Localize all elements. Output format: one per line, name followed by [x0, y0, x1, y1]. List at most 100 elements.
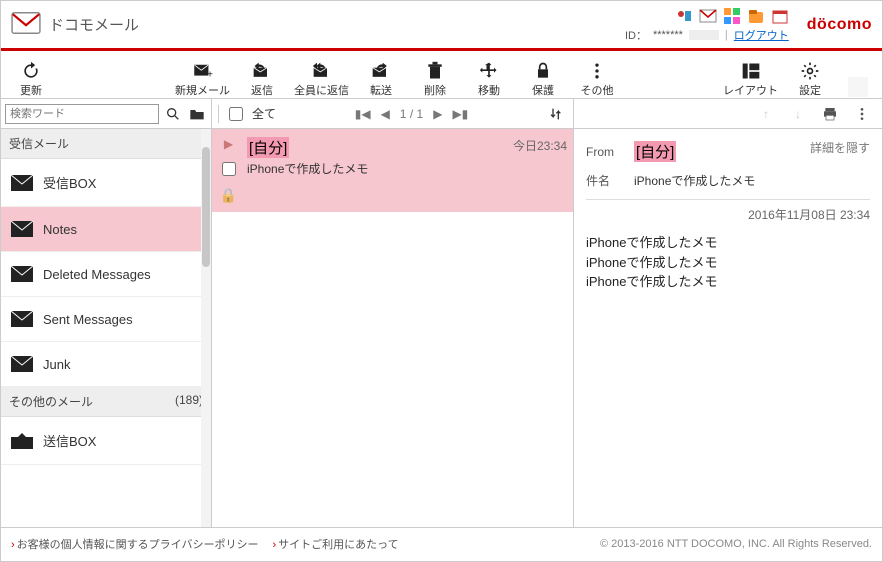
- row-content: [自分] iPhoneで作成したメモ: [247, 137, 505, 204]
- envelope-icon: [11, 311, 33, 327]
- header-account-area: ID： ******* | ログアウト: [625, 7, 789, 43]
- preview-body: iPhoneで作成したメモ iPhoneで作成したメモ iPhoneで作成したメ…: [586, 233, 870, 292]
- folder-open-icon[interactable]: [187, 104, 207, 124]
- forward-button[interactable]: 転送: [355, 54, 407, 98]
- message-row[interactable]: ▶ 🔒 [自分] iPhoneで作成したメモ 今日23:34: [212, 129, 573, 212]
- brand-logo: döcomo: [807, 16, 872, 34]
- detail-toggle[interactable]: 詳細を隠す: [810, 139, 870, 156]
- sort-button[interactable]: [547, 104, 567, 124]
- main-area: 受信メール 受信BOX Notes Deleted Messages Sent …: [1, 129, 882, 527]
- outbox-icon: [11, 433, 33, 449]
- account-avatar[interactable]: [838, 54, 878, 98]
- other-button[interactable]: その他: [571, 54, 623, 98]
- app-header: ドコモメール ID： ******* | ログアウト döcomo: [1, 1, 882, 51]
- all-label: 全て: [252, 105, 276, 122]
- list-controls: 全て ▮◀ ◀ 1 / 1 ▶ ▶▮: [212, 99, 574, 128]
- compose-button[interactable]: +新規メール: [171, 54, 234, 98]
- envelope-icon: [11, 221, 33, 237]
- folder-notes[interactable]: Notes: [1, 207, 211, 252]
- gear-icon: [799, 60, 821, 82]
- preview-pane: 詳細を隠す From [自分] 件名 iPhoneで作成したメモ 2016年11…: [574, 129, 882, 527]
- id-label: ID：: [625, 27, 647, 43]
- mail-small-icon[interactable]: [699, 7, 717, 25]
- id-value: *******: [653, 29, 683, 41]
- header-service-icons: [675, 7, 789, 25]
- folder-inbox[interactable]: 受信BOX: [1, 159, 211, 207]
- calendar-icon[interactable]: [771, 7, 789, 25]
- first-page-button[interactable]: ▮◀: [355, 107, 371, 121]
- subject-label: 件名: [586, 172, 622, 189]
- envelope-icon: [11, 175, 33, 191]
- move-button[interactable]: 移動: [463, 54, 515, 98]
- folder-junk[interactable]: Junk: [1, 342, 211, 387]
- compose-icon: +: [192, 60, 214, 82]
- search-area: [1, 99, 212, 128]
- svg-text:+: +: [207, 70, 213, 81]
- pager-text: 1 / 1: [400, 107, 423, 121]
- lock-small-icon: 🔒: [220, 187, 237, 204]
- refresh-button[interactable]: 更新: [5, 54, 57, 98]
- lock-icon: [532, 60, 554, 82]
- sidebar: 受信メール 受信BOX Notes Deleted Messages Sent …: [1, 129, 212, 527]
- sidebar-group-other: その他のメール (189): [1, 387, 211, 417]
- reply-all-icon: [311, 60, 333, 82]
- overflow-button[interactable]: [852, 104, 872, 124]
- storage-icon[interactable]: [747, 7, 765, 25]
- subject-value: iPhoneで作成したメモ: [634, 172, 755, 189]
- row-sender: [自分]: [247, 137, 289, 158]
- folder-sent[interactable]: Sent Messages: [1, 297, 211, 342]
- preview-timestamp: 2016年11月08日 23:34: [586, 206, 870, 223]
- avatar-icon: [847, 76, 869, 98]
- envelope-icon: [11, 266, 33, 282]
- trash-icon: [424, 60, 446, 82]
- row-controls: ▶ 🔒: [218, 137, 239, 204]
- select-all-checkbox[interactable]: [229, 107, 243, 121]
- mail-icon: [11, 12, 41, 37]
- reply-button[interactable]: 返信: [236, 54, 288, 98]
- move-icon: [478, 60, 500, 82]
- selected-indicator-icon: ▶: [224, 137, 233, 151]
- prev-msg-button[interactable]: ↑: [756, 104, 776, 124]
- terms-link[interactable]: ›サイトご利用にあたって: [272, 536, 398, 552]
- delete-button[interactable]: 削除: [409, 54, 461, 98]
- privacy-link[interactable]: ›お客様の個人情報に関するプライバシーポリシー: [11, 536, 258, 552]
- id-mask: [689, 30, 719, 40]
- row-checkbox[interactable]: [222, 162, 236, 176]
- pager: ▮◀ ◀ 1 / 1 ▶ ▶▮: [282, 107, 541, 121]
- layout-button[interactable]: レイアウト: [719, 54, 782, 98]
- next-page-button[interactable]: ▶: [433, 107, 442, 121]
- protect-button[interactable]: 保護: [517, 54, 569, 98]
- print-button[interactable]: [820, 104, 840, 124]
- refresh-icon: [20, 60, 42, 82]
- contacts-icon[interactable]: [675, 7, 693, 25]
- message-list: ▶ 🔒 [自分] iPhoneで作成したメモ 今日23:34: [212, 129, 574, 527]
- row-subject: iPhoneで作成したメモ: [247, 160, 505, 177]
- main-toolbar: 更新 +新規メール 返信 全員に返信 転送 削除 移動 保護 その他 レイアウト…: [1, 51, 882, 99]
- last-page-button[interactable]: ▶▮: [452, 107, 468, 121]
- apps-icon[interactable]: [723, 7, 741, 25]
- reply-all-button[interactable]: 全員に返信: [290, 54, 353, 98]
- search-input[interactable]: [5, 104, 159, 124]
- sidebar-scrollbar[interactable]: [201, 129, 211, 527]
- preview-controls: ↑ ↓: [574, 99, 882, 128]
- envelope-icon: [11, 356, 33, 372]
- settings-button[interactable]: 設定: [784, 54, 836, 98]
- app-title: ドコモメール: [49, 14, 139, 35]
- folder-outbox[interactable]: 送信BOX: [1, 417, 211, 465]
- footer: ›お客様の個人情報に関するプライバシーポリシー ›サイトご利用にあたって © 2…: [1, 527, 882, 559]
- row-date: 今日23:34: [513, 137, 567, 204]
- reply-icon: [251, 60, 273, 82]
- app-logo: ドコモメール: [11, 12, 139, 37]
- logout-link[interactable]: ログアウト: [734, 27, 789, 43]
- from-label: From: [586, 145, 622, 159]
- next-msg-button[interactable]: ↓: [788, 104, 808, 124]
- folder-deleted[interactable]: Deleted Messages: [1, 252, 211, 297]
- layout-icon: [740, 60, 762, 82]
- copyright: © 2013-2016 NTT DOCOMO, INC. All Rights …: [600, 538, 872, 550]
- group-count: (189): [175, 393, 203, 410]
- prev-page-button[interactable]: ◀: [381, 107, 390, 121]
- account-id-row: ID： ******* | ログアウト: [625, 27, 789, 43]
- forward-icon: [370, 60, 392, 82]
- from-value: [自分]: [634, 141, 676, 162]
- search-button[interactable]: [163, 104, 183, 124]
